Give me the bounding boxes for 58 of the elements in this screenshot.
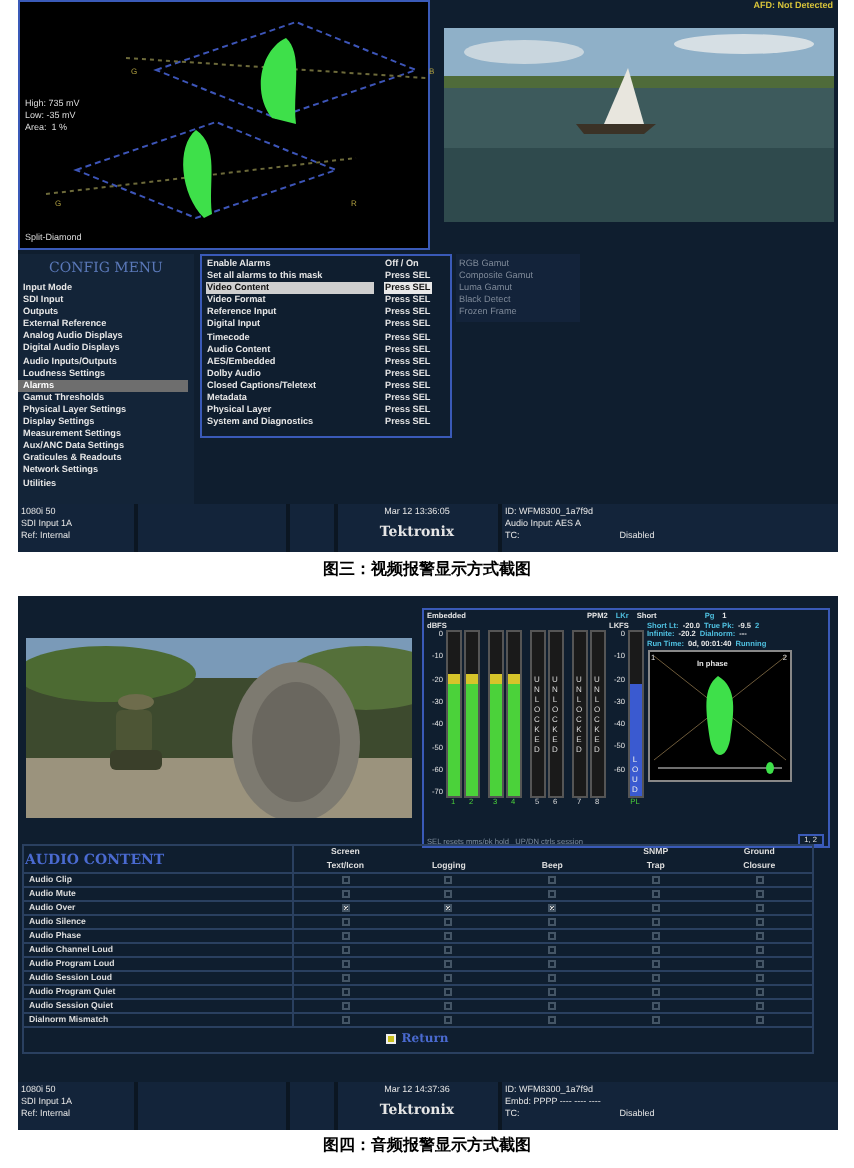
alarm-checkbox[interactable] xyxy=(548,918,557,926)
figure-caption: 图四：音频报警显示方式截图 xyxy=(323,1136,531,1156)
alarm-checkbox[interactable] xyxy=(548,960,557,968)
alarm-checkbox[interactable] xyxy=(548,890,557,898)
alarm-checkbox[interactable] xyxy=(755,890,764,898)
alarm-checkbox[interactable] xyxy=(651,974,660,982)
alarm-checkbox[interactable] xyxy=(341,960,350,968)
alarm-checkbox[interactable] xyxy=(341,946,350,954)
alarm-checkbox[interactable] xyxy=(341,1016,350,1024)
alarm-checkbox[interactable] xyxy=(444,1016,453,1024)
alarm-checkbox[interactable] xyxy=(444,1002,453,1010)
alarm-checkbox[interactable] xyxy=(548,1002,557,1010)
alarm-checkbox[interactable] xyxy=(755,1016,764,1024)
alarm-checkbox[interactable] xyxy=(651,946,660,954)
alarm-checkbox[interactable] xyxy=(548,1016,557,1024)
alarm-checkbox[interactable] xyxy=(444,904,453,912)
alarm-checkbox[interactable] xyxy=(755,1002,764,1010)
key-icon xyxy=(385,1034,396,1045)
alarm-checkbox[interactable] xyxy=(444,876,453,884)
alarm-checkbox[interactable] xyxy=(651,1002,660,1010)
alarm-checkbox[interactable] xyxy=(444,946,453,954)
alarm-checkbox[interactable] xyxy=(651,904,660,912)
alarm-checkbox[interactable] xyxy=(755,960,764,968)
alarm-checkbox[interactable] xyxy=(755,876,764,884)
alarm-checkbox[interactable] xyxy=(341,974,350,982)
alarm-checkbox[interactable] xyxy=(548,904,557,912)
alarm-checkbox[interactable] xyxy=(755,974,764,982)
alarm-checkbox[interactable] xyxy=(548,876,557,884)
alarm-checkbox[interactable] xyxy=(755,918,764,926)
alarm-checkbox[interactable] xyxy=(341,904,350,912)
alarm-checkbox[interactable] xyxy=(341,988,350,996)
alarm-checkbox[interactable] xyxy=(651,876,660,884)
alarm-checkbox[interactable] xyxy=(651,960,660,968)
alarm-checkbox[interactable] xyxy=(651,1016,660,1024)
alarm-checkbox[interactable] xyxy=(444,988,453,996)
alarm-checkbox[interactable] xyxy=(341,1002,350,1010)
alarm-checkbox[interactable] xyxy=(651,988,660,996)
alarm-checkbox[interactable] xyxy=(341,876,350,884)
alarm-checkbox[interactable] xyxy=(548,932,557,940)
alarm-checkbox[interactable] xyxy=(755,904,764,912)
alarm-checkbox[interactable] xyxy=(755,946,764,954)
alarm-checkbox[interactable] xyxy=(755,988,764,996)
alarm-checkbox[interactable] xyxy=(444,932,453,940)
alarm-checkbox[interactable] xyxy=(548,988,557,996)
alarm-checkbox[interactable] xyxy=(444,974,453,982)
alarm-checkbox[interactable] xyxy=(651,932,660,940)
alarm-checkbox[interactable] xyxy=(548,946,557,954)
alarm-checkbox[interactable] xyxy=(444,918,453,926)
alarm-checkbox[interactable] xyxy=(341,932,350,940)
alarm-checkbox[interactable] xyxy=(444,890,453,898)
alarm-checkbox[interactable] xyxy=(651,918,660,926)
alarm-checkbox[interactable] xyxy=(341,918,350,926)
alarm-checkbox[interactable] xyxy=(444,960,453,968)
alarm-checkbox[interactable] xyxy=(651,890,660,898)
figure-caption: 图三：视频报警显示方式截图 xyxy=(323,560,531,580)
alarm-checkbox[interactable] xyxy=(755,932,764,940)
alarm-checkbox[interactable] xyxy=(548,974,557,982)
alarm-checkbox[interactable] xyxy=(341,890,350,898)
